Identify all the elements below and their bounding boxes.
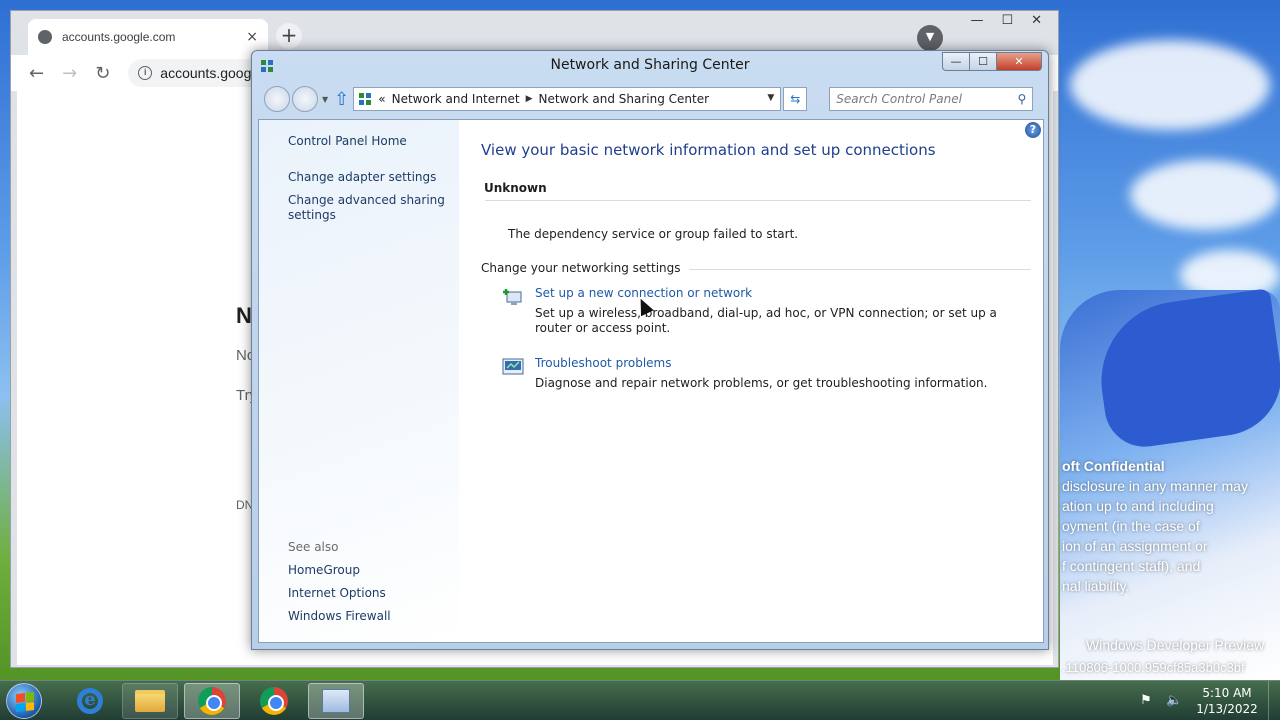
volume-icon[interactable]: 🔈 [1166, 694, 1182, 708]
sidebar-item-change-adapter-settings[interactable]: Change adapter settings [288, 170, 448, 185]
watermark-line: ation up to and including [1062, 498, 1214, 514]
section-heading: Change your networking settings [481, 261, 689, 275]
new-tab-button[interactable]: + [276, 23, 302, 49]
page-text-fragment: N [236, 303, 252, 328]
task-pane: Control Panel Home Change adapter settin… [259, 120, 459, 642]
watermark-line: nal liability. [1062, 578, 1130, 594]
minimize-button[interactable]: — [942, 52, 969, 71]
clock-time: 5:10 AM [1202, 686, 1252, 700]
watermark-line: oyment (in the case of [1062, 518, 1200, 534]
taskbar-control-panel[interactable] [308, 683, 364, 719]
chrome-caption-buttons: — ☐ ✕ [970, 13, 1042, 28]
watermark-line: disclosure in any manner may [1062, 478, 1248, 494]
developer-preview-text: Windows Developer Preview [1086, 637, 1265, 653]
see-also-heading: See also [288, 540, 339, 554]
window-title: Network and Sharing Center [550, 57, 750, 73]
search-placeholder: Search Control Panel [836, 92, 962, 106]
up-arrow-icon[interactable]: ⇧ [334, 89, 349, 110]
watermark-line: f contingent staff), and [1062, 558, 1201, 574]
breadcrumb-network-internet[interactable]: Network and Internet [392, 92, 520, 106]
taskbar-internet-explorer[interactable]: e [62, 683, 118, 719]
recent-pages-dropdown[interactable]: ▼ [322, 95, 328, 104]
tab-close-icon[interactable]: × [246, 29, 258, 45]
task-troubleshoot: Troubleshoot problems Diagnose and repai… [501, 356, 1031, 396]
taskbar-chrome[interactable] [246, 683, 302, 719]
content-area: Control Panel Home Change adapter settin… [258, 119, 1044, 643]
confidential-watermark: oft Confidential disclosure in any manne… [1062, 456, 1277, 596]
start-button[interactable] [6, 683, 42, 719]
tab-title: accounts.google.com [62, 30, 176, 44]
close-button[interactable]: ✕ [1031, 13, 1042, 28]
sidebar-item-internet-options[interactable]: Internet Options [288, 586, 448, 601]
control-panel-icon [322, 689, 350, 713]
reload-icon[interactable]: ↻ [95, 63, 110, 84]
forward-button[interactable] [292, 86, 318, 112]
windows-logo-icon [16, 692, 34, 712]
address-bar[interactable]: « Network and Internet ▶ Network and Sha… [353, 87, 782, 111]
breadcrumb-network-sharing[interactable]: Network and Sharing Center [538, 92, 709, 106]
maximize-button[interactable]: ☐ [969, 52, 996, 71]
close-button[interactable]: ✕ [996, 52, 1042, 71]
watermark-line: ion of an assignment or [1062, 538, 1208, 554]
breadcrumb-separator-icon[interactable]: ▶ [526, 94, 533, 104]
folder-icon [135, 690, 165, 712]
clock[interactable]: 5:10 AM 1/13/2022 [1194, 685, 1260, 717]
taskbar-file-explorer[interactable] [122, 683, 178, 719]
breadcrumb-overflow[interactable]: « [378, 92, 385, 106]
window-caption-buttons: — ☐ ✕ [942, 52, 1042, 71]
network-name: Unknown [484, 181, 547, 195]
network-status-icon[interactable]: ⚑ [1138, 694, 1154, 708]
taskbar: e ⚑ 🔈 5:10 AM 1/13/2022 [0, 680, 1280, 720]
task-new-connection: Set up a new connection or network Set u… [501, 286, 1031, 336]
troubleshoot-description: Diagnose and repair network problems, or… [535, 376, 988, 390]
search-input[interactable]: Search Control Panel ⚲ [829, 87, 1034, 111]
setup-connection-description: Set up a wireless, broadband, dial-up, a… [535, 306, 997, 335]
help-icon[interactable]: ? [1025, 122, 1041, 138]
info-icon[interactable]: i [138, 66, 153, 80]
sidebar-item-homegroup[interactable]: HomeGroup [288, 563, 448, 578]
system-tray: ⚑ 🔈 5:10 AM 1/13/2022 [1138, 681, 1280, 720]
new-connection-icon [503, 289, 522, 305]
page-title: View your basic network information and … [481, 141, 936, 159]
maximize-button[interactable]: ☐ [1001, 13, 1013, 28]
taskbar-chrome-active[interactable] [184, 683, 240, 719]
address-dropdown-icon[interactable]: ▼ [767, 93, 774, 103]
divider [485, 200, 1031, 201]
navigation-bar: ▼ ⇧ « Network and Internet ▶ Network and… [264, 85, 1040, 113]
chrome-icon [198, 687, 226, 715]
control-panel-icon [359, 93, 372, 105]
main-pane: ? View your basic network information an… [459, 120, 1043, 642]
globe-icon [38, 30, 52, 44]
minimize-button[interactable]: — [970, 13, 983, 28]
watermark-title: oft Confidential [1062, 458, 1165, 474]
back-button[interactable] [264, 86, 290, 112]
refresh-button[interactable]: ⇆ [783, 87, 808, 111]
error-message: The dependency service or group failed t… [508, 227, 799, 241]
clock-date: 1/13/2022 [1196, 702, 1258, 716]
chrome-tab[interactable]: accounts.google.com × [28, 19, 268, 55]
tab-search-icon[interactable]: ▼ [917, 25, 943, 51]
internet-explorer-icon: e [77, 688, 103, 714]
chrome-icon [260, 687, 288, 715]
omnibox-url: accounts.goog [160, 65, 252, 81]
sidebar-item-control-panel-home[interactable]: Control Panel Home [288, 134, 448, 149]
back-icon[interactable]: ← [29, 63, 44, 84]
sidebar-item-windows-firewall[interactable]: Windows Firewall [288, 609, 448, 624]
troubleshoot-icon [502, 358, 524, 375]
troubleshoot-link[interactable]: Troubleshoot problems [535, 356, 671, 370]
build-string: .110806-1000.959cf85a3b0c3bf [1062, 660, 1245, 675]
sidebar-item-change-advanced-sharing[interactable]: Change advanced sharing settings [288, 193, 448, 223]
wallpaper-cloud [1130, 160, 1280, 230]
search-icon[interactable]: ⚲ [1017, 92, 1026, 106]
network-sharing-window: Network and Sharing Center — ☐ ✕ ▼ ⇧ « N… [251, 50, 1049, 650]
forward-icon[interactable]: → [62, 63, 77, 84]
wallpaper-cloud [1070, 40, 1270, 130]
show-desktop-button[interactable] [1268, 681, 1280, 720]
